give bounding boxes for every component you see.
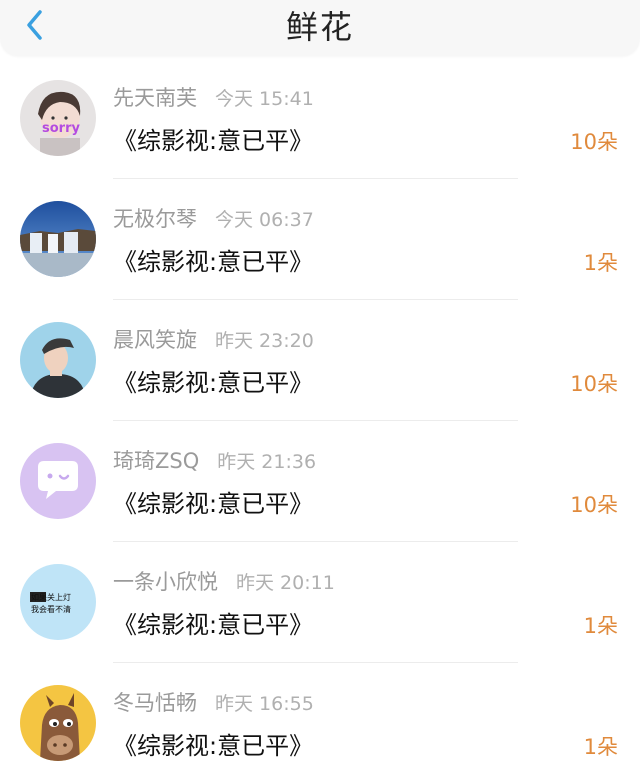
list-item[interactable]: 晨风笑旋 昨天 23:20 《综影视:意已平》 10朵 bbox=[0, 300, 640, 421]
sender-name-text: 一条小欣悦 bbox=[113, 570, 218, 594]
avatar[interactable] bbox=[20, 322, 96, 398]
timestamp: 今天 06:37 bbox=[215, 209, 314, 231]
sender-name: 琦琦ZSQ 昨天 21:36 bbox=[113, 445, 316, 475]
sender-name: 冬马恬畅 昨天 16:55 bbox=[113, 687, 314, 717]
cartoon-horse-avatar bbox=[20, 685, 96, 761]
timestamp: 昨天 20:11 bbox=[236, 572, 335, 594]
flower-count: 1朵 bbox=[583, 251, 618, 275]
sender-name: 晨风笑旋 昨天 23:20 bbox=[113, 324, 314, 354]
list-item[interactable]: 冬马恬畅 昨天 16:55 《综影视:意已平》 1朵 bbox=[0, 663, 640, 784]
girl-with-sorry-text-avatar: sorry bbox=[20, 80, 96, 156]
sender-name-text: 先天南芙 bbox=[113, 86, 197, 110]
avatar[interactable]: 如果关上灯 我会看不清 bbox=[20, 564, 96, 640]
avatar[interactable] bbox=[20, 443, 96, 519]
timestamp: 昨天 16:55 bbox=[215, 693, 314, 715]
purple-chat-bubble-avatar bbox=[20, 443, 96, 519]
sender-name-text: 冬马恬畅 bbox=[113, 691, 197, 715]
flower-count: 10朵 bbox=[570, 493, 618, 517]
work-title: 《综影视:意已平》 bbox=[113, 490, 314, 518]
list-item[interactable]: 如果关上灯 我会看不清 一条小欣悦 昨天 20:11 《综影视:意已平》 1朵 bbox=[0, 542, 640, 663]
avatar-meme-text-line1: 如果关上灯 bbox=[31, 592, 71, 602]
list-item[interactable]: 琦琦ZSQ 昨天 21:36 《综影视:意已平》 10朵 bbox=[0, 421, 640, 542]
timestamp: 昨天 23:20 bbox=[215, 330, 314, 352]
sender-name: 无极尔琴 今天 06:37 bbox=[113, 203, 314, 233]
sender-name-text: 晨风笑旋 bbox=[113, 328, 197, 352]
list-item[interactable]: sorry 先天南芙 今天 15:41 《综影视:意已平》 10朵 bbox=[0, 58, 640, 179]
sender-name: 先天南芙 今天 15:41 bbox=[113, 82, 314, 112]
waterfall-avatar bbox=[20, 201, 96, 277]
work-title: 《综影视:意已平》 bbox=[113, 369, 314, 397]
avatar-sorry-text: sorry bbox=[42, 121, 80, 136]
avatar[interactable] bbox=[20, 685, 96, 761]
work-title: 《综影视:意已平》 bbox=[113, 732, 314, 760]
sender-name: 一条小欣悦 昨天 20:11 bbox=[113, 566, 335, 596]
work-title: 《综影视:意已平》 bbox=[113, 127, 314, 155]
flower-count: 10朵 bbox=[570, 372, 618, 396]
avatar-meme-text-line2: 我会看不清 bbox=[31, 604, 71, 614]
avatar[interactable] bbox=[20, 201, 96, 277]
flower-count: 1朵 bbox=[583, 614, 618, 638]
work-title: 《综影视:意已平》 bbox=[113, 248, 314, 276]
avatar[interactable]: sorry bbox=[20, 80, 96, 156]
boy-in-cap-avatar bbox=[20, 322, 96, 398]
list-item[interactable]: 无极尔琴 今天 06:37 《综影视:意已平》 1朵 bbox=[0, 179, 640, 300]
flower-list: sorry 先天南芙 今天 15:41 《综影视:意已平》 10朵 无极尔琴 今… bbox=[0, 58, 640, 784]
top-bar: 鲜花 bbox=[0, 0, 640, 56]
sender-name-text: 无极尔琴 bbox=[113, 207, 197, 231]
timestamp: 昨天 21:36 bbox=[217, 451, 317, 473]
flower-count: 10朵 bbox=[570, 130, 618, 154]
flower-count: 1朵 bbox=[583, 735, 618, 759]
sender-name-text: 琦琦ZSQ bbox=[113, 449, 200, 473]
page-title: 鲜花 bbox=[285, 8, 354, 46]
text-meme-avatar: 如果关上灯 我会看不清 bbox=[20, 564, 96, 640]
timestamp: 今天 15:41 bbox=[215, 88, 314, 110]
work-title: 《综影视:意已平》 bbox=[113, 611, 314, 639]
